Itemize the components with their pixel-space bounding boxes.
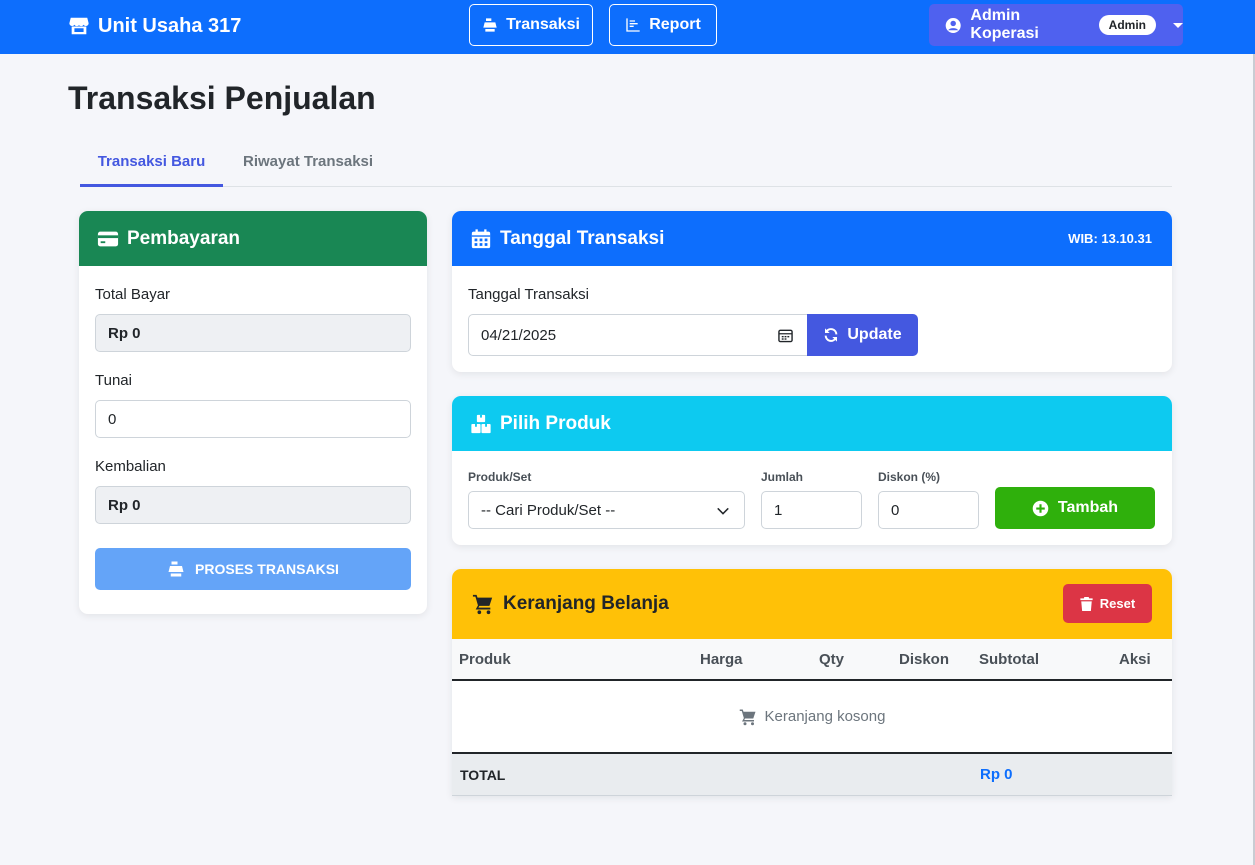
store-icon — [69, 17, 89, 35]
tab-bar: Transaksi Baru Riwayat Transaksi — [80, 140, 1172, 187]
cart-table-header: Produk Harga Qty Diskon Subtotal Aksi — [452, 639, 1172, 681]
jumlah-input[interactable]: 1 — [761, 491, 862, 529]
total-bayar-label: Total Bayar — [95, 286, 171, 303]
user-circle-icon — [945, 17, 961, 33]
cart-icon — [472, 594, 493, 615]
reset-cart-button[interactable]: Reset — [1063, 584, 1152, 623]
total-bayar-field: Rp 0 — [95, 314, 411, 352]
product-card-title: Pilih Produk — [500, 412, 611, 434]
column-aksi: Aksi — [1119, 651, 1151, 668]
cash-register-icon — [483, 18, 497, 32]
refresh-icon — [825, 328, 838, 342]
role-badge: Admin — [1098, 15, 1156, 35]
top-navbar: Unit Usaha 317 Transaksi Report Admin Ko… — [0, 0, 1255, 54]
tambah-label: Tambah — [1057, 499, 1119, 516]
total-value: Rp 0 — [980, 766, 1013, 783]
payment-card-title: Pembayaran — [127, 227, 241, 249]
calendar-picker-icon[interactable] — [778, 328, 793, 343]
cart-total-row: TOTAL Rp 0 — [452, 754, 1172, 796]
jumlah-value: 1 — [774, 501, 783, 519]
cart-empty-row: Keranjang kosong — [452, 681, 1172, 754]
payment-card: Pembayaran Total Bayar Rp 0 Tunai 0 Kemb… — [79, 211, 427, 614]
tab-transaksi-baru[interactable]: Transaksi Baru — [80, 140, 223, 187]
diskon-value: 0 — [891, 501, 900, 519]
tunai-value: 0 — [108, 410, 117, 428]
date-card-header: Tanggal Transaksi — [452, 211, 1172, 266]
kembalian-value: Rp 0 — [108, 496, 141, 514]
credit-card-icon — [97, 231, 119, 246]
tambah-button[interactable]: Tambah — [995, 487, 1155, 529]
diskon-label: Diskon (%) — [878, 470, 941, 484]
chevron-down-icon — [1173, 22, 1183, 28]
column-subtotal: Subtotal — [979, 651, 1039, 668]
tanggal-label: Tanggal Transaksi — [468, 286, 589, 303]
nav-transaksi-button[interactable]: Transaksi — [469, 4, 593, 46]
produk-label: Produk/Set — [468, 470, 532, 484]
brand[interactable]: Unit Usaha 317 — [68, 12, 241, 40]
tab-riwayat-transaksi[interactable]: Riwayat Transaksi — [243, 140, 373, 186]
date-card: Tanggal Transaksi WIB: 13.10.31 Tanggal … — [452, 211, 1172, 372]
produk-select[interactable]: -- Cari Produk/Set -- — [468, 491, 745, 529]
column-harga: Harga — [700, 651, 743, 668]
tanggal-value: 04/21/2025 — [481, 326, 557, 344]
diskon-input[interactable]: 0 — [878, 491, 979, 529]
kembalian-field: Rp 0 — [95, 486, 411, 524]
column-qty: Qty — [819, 651, 845, 668]
nav-transaksi-label: Transaksi — [506, 16, 580, 33]
user-name: Admin Koperasi — [970, 7, 1039, 42]
update-label: Update — [847, 326, 902, 343]
plus-circle-icon — [1032, 500, 1049, 516]
clock-readout: WIB: 13.10.31 — [1068, 231, 1152, 246]
proses-transaksi-label: PROSES TRANSAKSI — [195, 561, 339, 577]
cart-card-title: Keranjang Belanja — [503, 593, 669, 614]
tunai-label: Tunai — [95, 372, 132, 389]
total-bayar-value: Rp 0 — [108, 324, 141, 342]
cart-icon — [739, 709, 756, 725]
date-card-title: Tanggal Transaksi — [500, 227, 665, 249]
trash-icon — [1080, 596, 1093, 611]
page-title: Transaksi Penjualan — [68, 80, 376, 116]
payment-card-header: Pembayaran — [79, 211, 427, 266]
column-diskon: Diskon — [899, 651, 950, 668]
nav-report-label: Report — [649, 16, 701, 33]
column-produk: Produk — [459, 651, 511, 668]
kembalian-label: Kembalian — [95, 458, 166, 475]
reset-label: Reset — [1099, 596, 1136, 611]
product-card-header: Pilih Produk — [452, 396, 1172, 451]
tanggal-input[interactable]: 04/21/2025 — [468, 314, 808, 356]
cart-empty-text: Keranjang kosong — [764, 708, 886, 725]
calendar-icon — [471, 228, 491, 248]
jumlah-label: Jumlah — [761, 470, 804, 484]
cart-card: Keranjang Belanja Reset Produk Harga Qty… — [452, 569, 1172, 796]
brand-name: Unit Usaha 317 — [98, 14, 242, 37]
tunai-input[interactable]: 0 — [95, 400, 411, 438]
product-card: Pilih Produk Produk/Set -- Cari Produk/S… — [452, 396, 1172, 545]
nav-report-button[interactable]: Report — [609, 4, 717, 46]
update-date-button[interactable]: Update — [807, 314, 918, 356]
boxes-icon — [471, 414, 491, 433]
user-menu-dropdown[interactable]: Admin Koperasi Admin — [929, 4, 1183, 46]
chart-icon — [626, 18, 640, 32]
proses-transaksi-button[interactable]: PROSES TRANSAKSI — [95, 548, 411, 590]
chevron-down-icon — [717, 507, 729, 515]
produk-selected-value: -- Cari Produk/Set -- — [481, 501, 616, 519]
cash-register-icon — [168, 561, 184, 577]
total-label: TOTAL — [460, 767, 506, 783]
